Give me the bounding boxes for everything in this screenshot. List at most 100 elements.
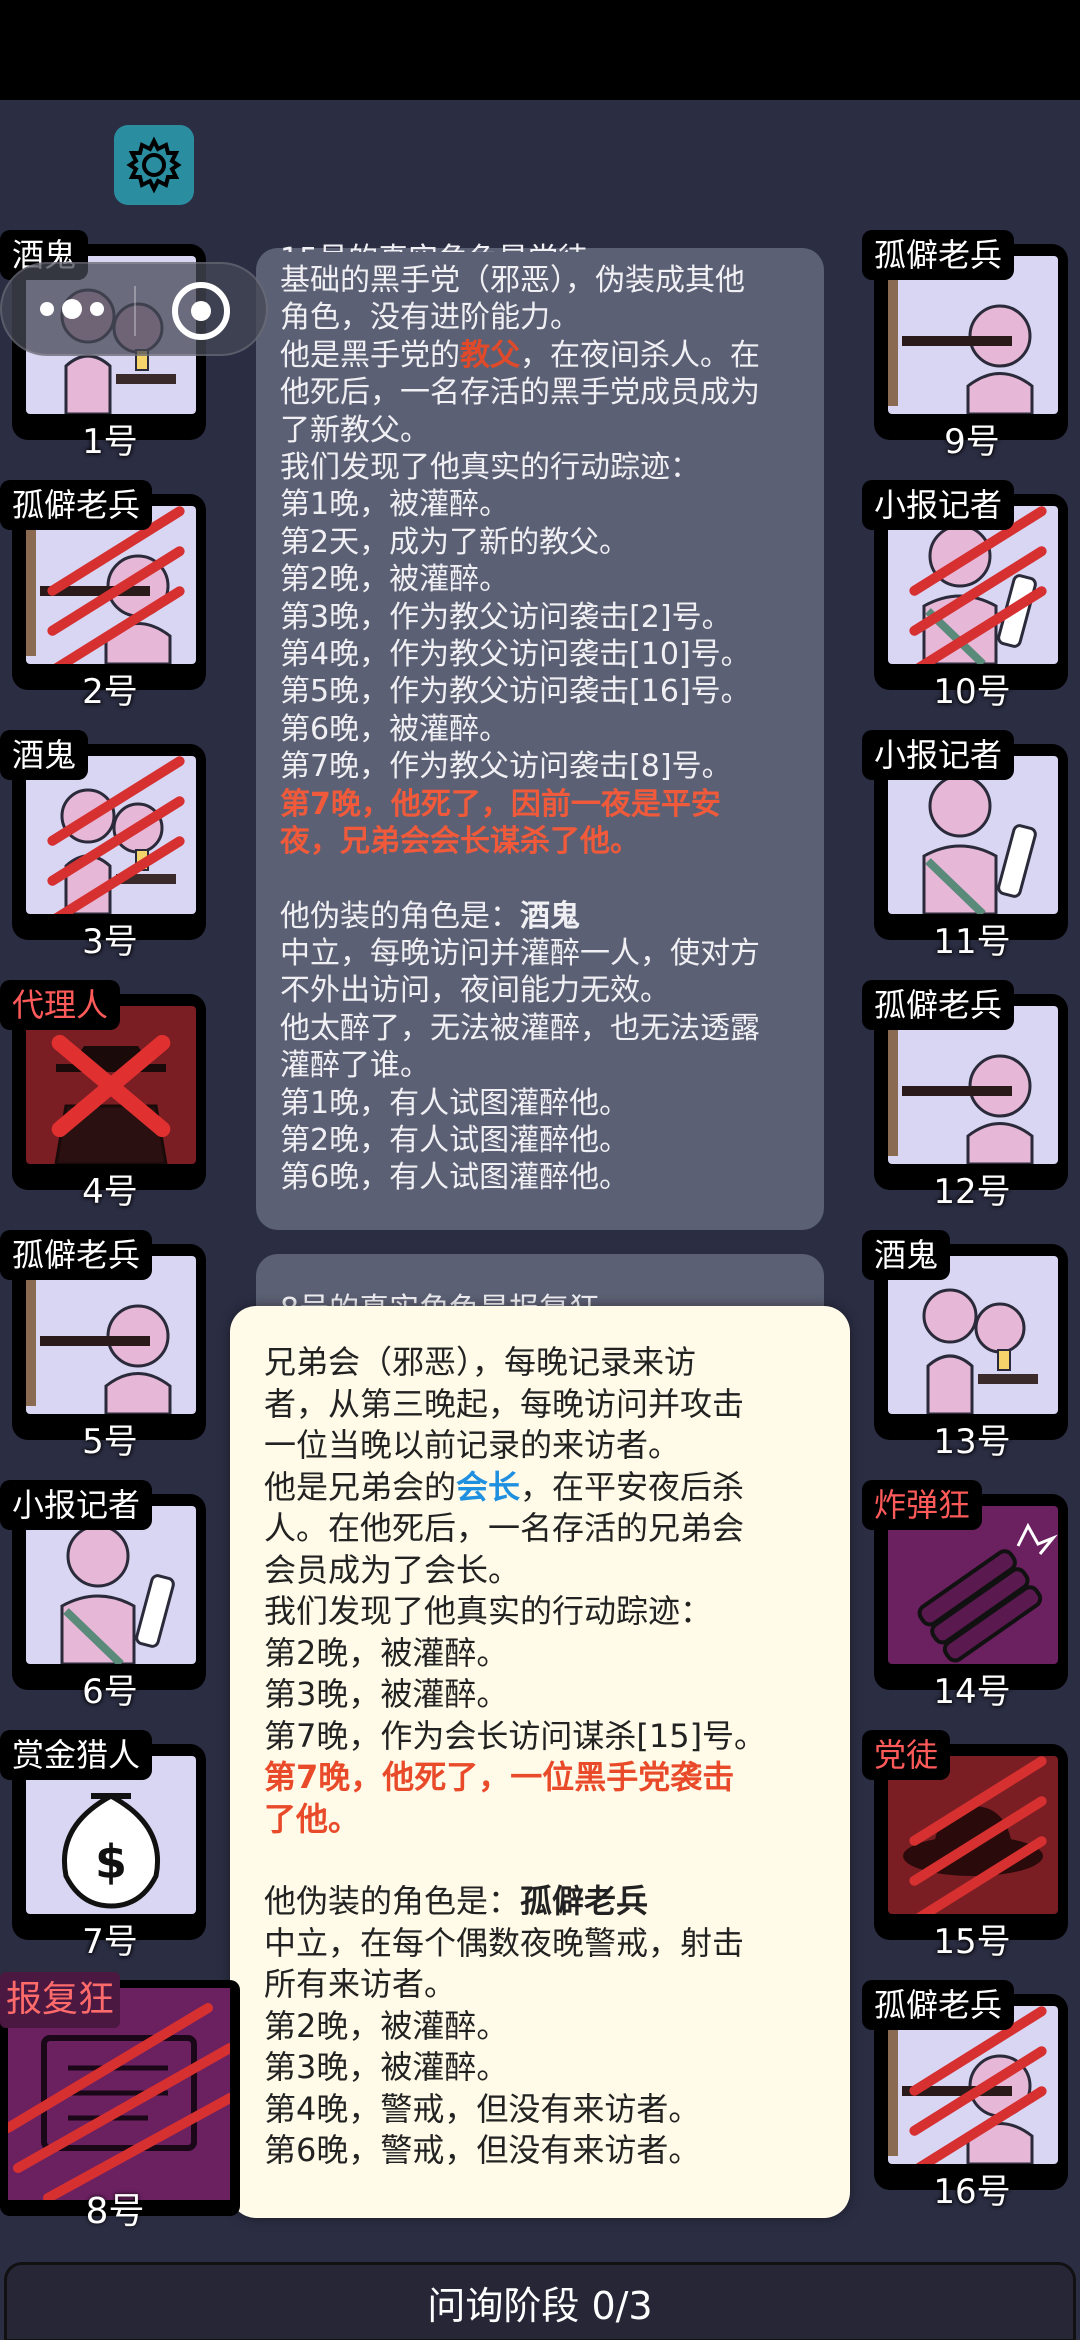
text-line: 第2晚，有人试图灌醉他。 <box>280 1122 630 1158</box>
text-line: 不外出访问，夜间能力无效。 <box>280 973 670 1009</box>
text-line: 我们发现了他真实的行动踪迹： <box>264 1592 713 1630</box>
text-line: 第2天，成为了新的教父。 <box>280 524 630 560</box>
player-card-16[interactable]: 孤僻老兵 16号 <box>862 1980 1068 2212</box>
player-number: 12号 <box>933 1172 1011 1212</box>
player-number: 9号 <box>944 422 1000 462</box>
text-line: 中立，每晚访问并灌醉一人，使对方 <box>280 935 760 971</box>
panel-title-cut: 15号的真实角色是党徒 <box>280 234 588 252</box>
more-menu-button[interactable] <box>40 299 104 319</box>
player-card-6[interactable]: 小报记者 6号 <box>0 1480 206 1712</box>
player-number: 5号 <box>82 1422 138 1462</box>
player-number: 4号 <box>82 1172 138 1212</box>
text-line: 他死后，一名存活的黑手党成员成为 <box>280 375 760 411</box>
close-target-icon[interactable] <box>172 282 230 340</box>
player-card-15[interactable]: 党徒 15号 <box>862 1730 1068 1962</box>
top-status-bar <box>0 0 1080 100</box>
death-line: 了他。 <box>264 1799 361 1838</box>
text-line: 第5晚，作为教父访问袭击[16]号。 <box>280 674 751 710</box>
player-number: 16号 <box>933 2172 1011 2212</box>
player-number: 3号 <box>82 922 138 962</box>
text-line: 第7晚，作为会长访问谋杀[15]号。 <box>264 1716 767 1755</box>
text-line: 人。在他死后，一名存活的兄弟会 <box>264 1509 745 1547</box>
text-line: 角色，没有进阶能力。 <box>280 300 580 336</box>
text-line: 第2晚，被灌醉。 <box>264 1633 509 1672</box>
player-number: 13号 <box>933 1422 1011 1462</box>
panel-text: 基础的黑手党（邪恶），伪装成其他 角色，没有进阶能力。 他是黑手党的教父，在夜间… <box>280 262 800 1197</box>
disguise-line: 他伪装的角色是：孤僻老兵 <box>264 1882 649 1920</box>
text-line: 第7晚，作为教父访问袭击[8]号。 <box>280 749 732 785</box>
text-line: 第6晚，有人试图灌醉他。 <box>280 1160 630 1196</box>
mini-program-capsule <box>0 262 268 356</box>
role-detail-popup[interactable]: 兄弟会（邪恶），每晚记录来访 者，从第三晚起，每晚访问并攻击 一位当晚以前记录的… <box>230 1306 850 2218</box>
text-line: 基础的黑手党（邪恶），伪装成其他 <box>280 263 745 298</box>
player-role-label: 炸弹狂 <box>862 1480 983 1530</box>
player-number: 1号 <box>82 422 138 462</box>
player-role-label: 酒鬼 <box>862 1230 951 1280</box>
player-number: 7号 <box>82 1922 138 1962</box>
text-line: 会员成为了会长。 <box>264 1550 521 1589</box>
player-number: 6号 <box>82 1672 138 1712</box>
left-player-column: 酒鬼 1号 孤僻老兵 2号 酒鬼 3号 代理人 4号 孤僻老兵 5号 小报记者 6号 $ 赏金猎人 7号 <box>0 230 220 2260</box>
player-card-12[interactable]: 孤僻老兵 12号 <box>862 980 1068 1212</box>
text-line: 第4晚，警戒，但没有来访者。 <box>264 2089 701 2128</box>
text-line: 第6晚，警戒，但没有来访者。 <box>264 2131 701 2169</box>
text-line: 我们发现了他真实的行动踪迹： <box>280 450 700 486</box>
player-number: 8号 <box>85 2191 145 2232</box>
player-role-label: 孤僻老兵 <box>862 980 1015 1030</box>
player-role-label: 赏金猎人 <box>0 1730 153 1780</box>
text-line: 了新教父。 <box>280 412 430 448</box>
player-role-label: 小报记者 <box>0 1480 153 1530</box>
disguise-role: 酒鬼 <box>520 898 580 934</box>
text-line: 第3晚，被灌醉。 <box>264 2048 509 2086</box>
settings-button[interactable] <box>114 125 194 205</box>
role-reveal-panel-8: 8号的真实角色是报复狂 <box>256 1254 824 1314</box>
player-card-9[interactable]: 孤僻老兵 9号 <box>862 230 1068 462</box>
player-number: 15号 <box>933 1922 1011 1962</box>
death-line: 第7晚，他死了，一位黑手党袭击 <box>264 1758 735 1796</box>
player-number: 11号 <box>933 922 1011 962</box>
text-line: 者，从第三晚起，每晚访问并攻击 <box>264 1384 745 1423</box>
phase-label: 问询阶段 0/3 <box>427 2283 653 2328</box>
text-line: 兄弟会（邪恶），每晚记录来访 <box>264 1343 697 1381</box>
player-role-label: 报复狂 <box>0 1972 121 2028</box>
text-line: 第2晚，被灌醉。 <box>264 2006 509 2045</box>
player-role-label: 孤僻老兵 <box>0 480 153 530</box>
player-card-14[interactable]: 炸弹狂 14号 <box>862 1480 1068 1712</box>
player-card-2[interactable]: 孤僻老兵 2号 <box>0 480 206 712</box>
death-line: 第7晚，他死了，因前一夜是平安 <box>280 786 721 822</box>
player-number: 2号 <box>82 672 138 712</box>
player-card-4[interactable]: 代理人 4号 <box>0 980 206 1212</box>
text-line: 第1晚，被灌醉。 <box>280 487 510 523</box>
player-role-label: 孤僻老兵 <box>862 1980 1015 2030</box>
player-card-3[interactable]: 酒鬼 3号 <box>0 730 206 962</box>
player-card-11[interactable]: 小报记者 11号 <box>862 730 1068 962</box>
leader-highlight: 会长 <box>456 1467 521 1506</box>
svg-text:$: $ <box>95 1835 127 1889</box>
popup-text: 兄弟会（邪恶），每晚记录来访 者，从第三晚起，每晚访问并攻击 一位当晚以前记录的… <box>264 1342 824 2172</box>
player-role-label: 小报记者 <box>862 730 1015 780</box>
player-role-label: 孤僻老兵 <box>0 1230 153 1280</box>
death-line: 夜，兄弟会会长谋杀了他。 <box>280 824 640 860</box>
text-line: 中立，在每个偶数夜晚警戒，射击 <box>264 1923 745 1962</box>
disguise-line: 他伪装的角色是：酒鬼 <box>280 898 580 934</box>
gear-icon <box>126 136 182 194</box>
role-reveal-panel-15: 15号的真实角色是党徒 基础的黑手党（邪恶），伪装成其他 角色，没有进阶能力。 … <box>256 242 824 1230</box>
player-card-7[interactable]: $ 赏金猎人 7号 <box>0 1730 206 1962</box>
player-card-8[interactable]: 报复狂 8号 <box>0 1972 240 2232</box>
text-line: 第1晚，有人试图灌醉他。 <box>280 1085 630 1121</box>
text-line: 第4晚，作为教父访问袭击[10]号。 <box>280 637 751 673</box>
text-line: 第3晚，作为教父访问袭击[2]号。 <box>280 599 732 635</box>
player-card-5[interactable]: 孤僻老兵 5号 <box>0 1230 206 1462</box>
capsule-divider <box>134 286 136 336</box>
right-player-column: 孤僻老兵 9号 小报记者 10号 小报记者 11号 孤僻老兵 12号 酒鬼 13号 炸弹狂 14号 党徒… <box>862 230 1080 2260</box>
player-role-label: 孤僻老兵 <box>862 230 1015 280</box>
text-line: 一位当晚以前记录的来访者。 <box>264 1426 681 1464</box>
godfather-line: 他是黑手党的教父，在夜间杀人。在 <box>280 337 760 373</box>
player-card-10[interactable]: 小报记者 10号 <box>862 480 1068 712</box>
text-line: 所有来访者。 <box>264 1965 457 2003</box>
player-card-13[interactable]: 酒鬼 13号 <box>862 1230 1068 1462</box>
text-line: 第6晚，被灌醉。 <box>280 711 510 747</box>
leader-line: 他是兄弟会的会长，在平安夜后杀 <box>264 1467 745 1506</box>
phase-bar: 问询阶段 0/3 <box>4 2262 1076 2340</box>
godfather-highlight: 教父 <box>460 337 520 373</box>
